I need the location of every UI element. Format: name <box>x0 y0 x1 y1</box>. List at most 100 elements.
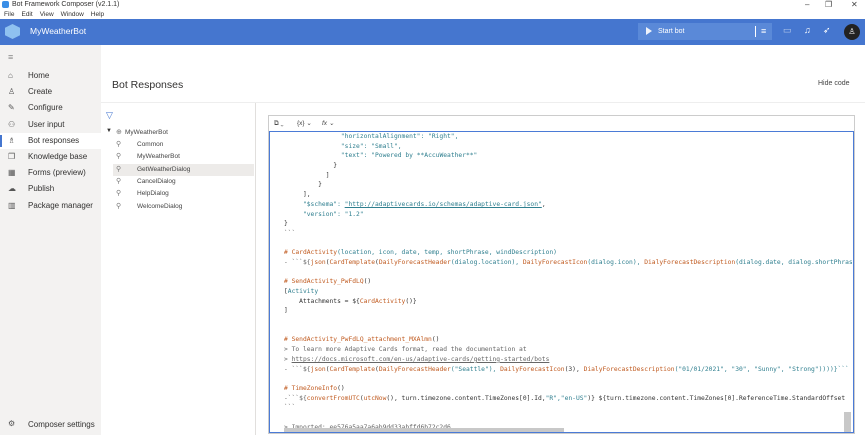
sidebar-item-package-manager[interactable]: ▥ Package manager <box>0 198 101 214</box>
bot-name: MyWeatherBot <box>30 26 87 36</box>
code-token: (dialog.location), <box>450 258 523 266</box>
play-icon <box>646 27 652 35</box>
insert-template-button[interactable]: ⧉ ⌄ <box>274 116 284 131</box>
code-token: , <box>541 200 546 208</box>
menu-window[interactable]: Window <box>61 10 84 19</box>
sidebar-item-create[interactable]: ♙ Create <box>0 84 101 100</box>
horizontal-scrollbar[interactable] <box>284 428 564 432</box>
code-token: (dialog.icon), <box>587 258 645 266</box>
vertical-scrollbar[interactable] <box>844 412 851 432</box>
code-line: # TimeZoneInfo() <box>270 384 853 394</box>
code-token: ], <box>284 191 311 199</box>
menu-help[interactable]: Help <box>91 10 104 19</box>
code-token: # TimeZoneInfo <box>284 384 338 392</box>
code-token: () <box>363 278 372 286</box>
code-token: } <box>284 162 338 170</box>
rocket-icon[interactable]: ➶ <box>823 25 831 36</box>
code-token: > To learn more Adaptive Cards format, r… <box>284 346 527 354</box>
tree-item-label: CancelDialog <box>137 177 176 185</box>
divider <box>755 26 756 37</box>
sidebar-item-user-input[interactable]: ⚇ User input <box>0 117 101 133</box>
restore-button[interactable]: ❐ <box>825 0 832 9</box>
code-token: "text": <box>284 152 372 160</box>
sidebar-item-forms-preview[interactable]: ▦ Forms (preview) <box>0 165 101 181</box>
code-token: ``` <box>284 229 296 237</box>
function-label: fx <box>322 120 328 127</box>
code-token: CardTemplate <box>329 258 376 266</box>
code-line: ``` <box>270 229 853 239</box>
menu-bar: File Edit View Window Help <box>0 10 104 19</box>
code-token: Activity <box>287 288 319 295</box>
code-token: ] <box>284 171 330 179</box>
insert-function-button[interactable]: fx ⌄ <box>322 116 334 131</box>
menu-view[interactable]: View <box>40 10 54 19</box>
code-token: "Small", <box>371 142 402 150</box>
nav-label: Publish <box>28 184 55 194</box>
dialog-icon: ⚲ <box>116 153 122 161</box>
tree-item-root[interactable]: ⊕ MyWeatherBot <box>113 127 254 139</box>
code-token: (dialog.date, dialog.shortPhrase <box>735 258 854 266</box>
nav-icon: ⌂ <box>8 71 13 80</box>
code-token: )} ${turn.timezone.content.TimeZones[0].… <box>587 394 846 402</box>
code-area[interactable]: "horizontalAlignment": "Right", "size": … <box>269 131 854 433</box>
code-token: "R","en-US" <box>545 394 588 402</box>
tree-item[interactable]: ⚲ MyWeatherBot <box>113 151 254 163</box>
code-line: Attachments = ${CardActivity()} <box>270 297 853 307</box>
nav-label: Configure <box>28 103 63 113</box>
tree-item-label: GetWeatherDialog <box>137 165 191 173</box>
bot-menu-icon[interactable]: ≡ <box>761 23 766 40</box>
nav-icon: ▦ <box>8 168 16 178</box>
dialog-icon: ⚲ <box>116 141 122 148</box>
nav-label: Home <box>28 71 50 80</box>
code-token: json <box>310 365 326 373</box>
chat-icon[interactable]: ▭ <box>783 25 792 36</box>
tree-item[interactable]: ⚲ WelcomeDialog <box>113 201 254 213</box>
sidebar-item-configure[interactable]: ✎ Configure <box>0 100 101 116</box>
composer-logo-icon <box>5 24 20 39</box>
sidebar-item-knowledge-base[interactable]: ❐ Knowledge base <box>0 149 101 165</box>
code-token: # SendActivity_PwFdLQ_attachment_MXAlmn <box>284 336 432 344</box>
code-line: -```${convertFromUTC(utcNow(), turn.time… <box>270 394 853 404</box>
minimize-button[interactable]: – <box>805 0 809 9</box>
template-icon: ⧉ <box>274 120 279 127</box>
tree-item[interactable]: ⚲ Common <box>113 139 254 151</box>
tree-item[interactable]: ⚲ HelpDialog <box>113 188 254 200</box>
bot-icon: ⊕ <box>116 129 122 136</box>
tree-item[interactable]: ⚲ GetWeatherDialog <box>113 163 254 176</box>
nav-icon: ♙ <box>8 87 16 97</box>
menu-file[interactable]: File <box>4 10 14 19</box>
code-token: # CardActivity <box>284 249 338 257</box>
code-line: - ```${json(CardTemplate(DailyForecastHe… <box>270 258 853 268</box>
code-token: DialyForecastDescription <box>583 365 675 373</box>
code-token: () <box>337 384 345 392</box>
code-line: ] <box>270 171 853 181</box>
page-header <box>101 45 865 103</box>
sidebar-item-publish[interactable]: ☁ Publish <box>0 181 101 197</box>
user-avatar[interactable]: ♙ <box>844 24 860 40</box>
dialog-icon: ⚲ <box>116 190 122 198</box>
hamburger-menu-icon[interactable]: ≡ <box>8 52 13 62</box>
insert-variable-button[interactable]: {x} ⌄ <box>297 116 312 131</box>
code-line: [Activity <box>270 287 853 297</box>
code-token: "horizontalAlignment": "Right", <box>284 133 459 140</box>
menu-edit[interactable]: Edit <box>21 10 32 19</box>
code-token: DailyForecastHeader <box>378 365 451 373</box>
sidebar-item-home[interactable]: ⌂ Home <box>0 68 101 84</box>
tree-item[interactable]: ⚲ CancelDialog <box>113 176 254 188</box>
code-token: (), turn.timezone.content.TimeZones[0].I… <box>386 394 546 402</box>
dialog-icon: ⚲ <box>116 165 122 173</box>
hide-code-button[interactable]: Hide code <box>818 80 850 87</box>
code-token: "1.2" <box>344 210 364 218</box>
code-token: CardTemplate <box>329 365 376 373</box>
caret-down-icon[interactable]: ▼ <box>106 128 112 134</box>
close-button[interactable]: ✕ <box>851 0 858 9</box>
notification-bell-icon[interactable]: ♫ <box>804 25 811 35</box>
code-token: -```${ <box>284 394 307 402</box>
start-bot-button[interactable]: Start bot ≡ <box>638 23 772 40</box>
code-token: - ```${ <box>284 365 311 373</box>
sidebar-item-bot-responses[interactable]: ♗ Bot responses <box>0 132 101 149</box>
filter-icon[interactable]: ▽ <box>106 110 113 121</box>
